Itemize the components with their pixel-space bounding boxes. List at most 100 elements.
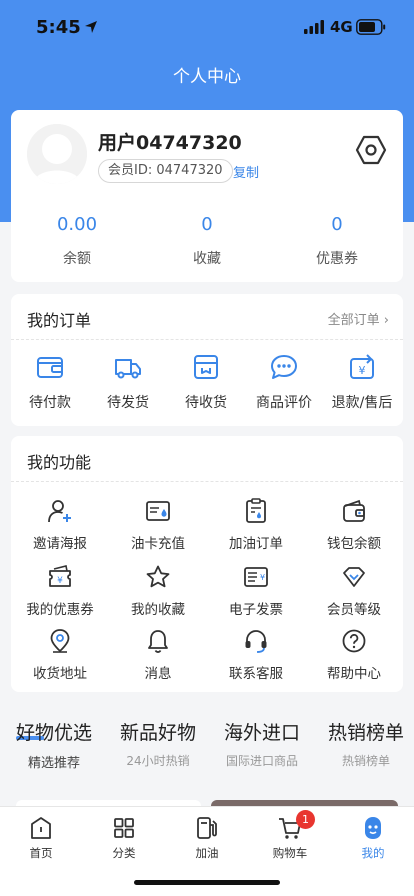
- wallet-icon: [343, 499, 365, 522]
- func-e-invoice[interactable]: ¥ 电子发票: [207, 564, 305, 618]
- func-customer-service[interactable]: 联系客服: [207, 628, 305, 682]
- username: 用户04747320: [98, 132, 242, 154]
- order-refund[interactable]: ¥ 退款/售后: [323, 352, 401, 412]
- stat-coupons[interactable]: 0 优惠券: [273, 214, 401, 268]
- func-label: 我的收藏: [131, 602, 185, 618]
- order-pending-payment[interactable]: 待付款: [11, 352, 89, 412]
- func-label: 钱包余额: [327, 536, 381, 552]
- category-name: 海外进口: [223, 722, 300, 744]
- func-label: 联系客服: [229, 666, 283, 682]
- coupon-icon: ¥: [49, 565, 71, 587]
- chevron-right-icon: ›: [383, 313, 389, 328]
- func-membership-level[interactable]: 会员等级: [305, 564, 403, 618]
- star-icon: [146, 565, 170, 588]
- wallet-icon: [37, 357, 63, 378]
- fuel-card-icon: [146, 501, 170, 521]
- bell-icon: [148, 630, 168, 653]
- headset-icon: [245, 630, 267, 653]
- category-tab-new[interactable]: 新品好物 24小时热销: [106, 718, 210, 769]
- page-title: 个人中心: [173, 67, 241, 87]
- comment-icon: [271, 355, 297, 379]
- signal-icon: [304, 20, 324, 34]
- stat-favorites[interactable]: 0 收藏: [143, 214, 271, 268]
- func-messages[interactable]: 消息: [109, 628, 207, 682]
- battery-icon: [356, 19, 386, 35]
- func-label: 加油订单: [229, 536, 283, 552]
- func-my-favorites[interactable]: 我的收藏: [109, 564, 207, 618]
- func-fuel-orders[interactable]: 加油订单: [207, 498, 305, 552]
- diamond-icon: [343, 567, 365, 587]
- package-icon: [194, 355, 218, 379]
- avatar[interactable]: [27, 124, 87, 184]
- fuel-pump-icon: [197, 817, 217, 839]
- func-shipping-address[interactable]: 收货地址: [11, 628, 109, 682]
- stat-value: 0.00: [56, 214, 98, 235]
- func-label: 电子发票: [229, 602, 283, 618]
- profile-icon: [365, 817, 381, 839]
- fuel-order-icon: [246, 498, 266, 523]
- order-label: 商品评价: [256, 395, 312, 411]
- orders-header: 我的订单 全部订单 ›: [11, 294, 403, 340]
- copy-member-id-button[interactable]: 复制: [233, 162, 259, 181]
- tab-label: 分类: [112, 846, 136, 860]
- tab-mine[interactable]: 我的: [332, 815, 414, 861]
- func-my-coupons[interactable]: ¥ 我的优惠券: [11, 564, 109, 618]
- invoice-icon: ¥: [244, 567, 268, 587]
- functions-header: 我的功能: [11, 436, 403, 482]
- order-label: 待收货: [185, 395, 227, 411]
- func-wallet-balance[interactable]: 钱包余额: [305, 498, 403, 552]
- category-tab-bestsellers[interactable]: 热销榜单 热销榜单: [314, 718, 414, 769]
- tab-label: 加油: [195, 846, 219, 860]
- cart-count-badge: 1: [296, 810, 315, 829]
- category-name: 好物优选: [15, 722, 92, 744]
- order-pending-receipt[interactable]: 待收货: [167, 352, 245, 412]
- order-label: 待发货: [107, 395, 149, 411]
- stat-value: 0: [331, 214, 343, 235]
- tab-home[interactable]: 首页: [0, 815, 82, 861]
- orders-card: 我的订单 全部订单 › 待付款 待发货 待收货 商品评价 ¥ 退款/售后: [11, 294, 403, 426]
- functions-title: 我的功能: [27, 453, 92, 472]
- func-label: 消息: [144, 666, 172, 682]
- tab-fuel[interactable]: 加油: [166, 815, 248, 861]
- category-tab-overseas[interactable]: 海外进口 国际进口商品: [210, 718, 314, 769]
- category-subtitle: 热销榜单: [341, 754, 390, 768]
- tab-category[interactable]: 分类: [83, 815, 165, 861]
- profile-card: 用户04747320 会员ID: 04747320 复制 0.00 余额 0 收…: [11, 110, 403, 282]
- order-label: 退款/售后: [331, 395, 393, 411]
- invite-user-icon: [48, 500, 71, 523]
- tab-label: 购物车: [272, 846, 308, 860]
- location-arrow-icon: [85, 21, 97, 33]
- order-pending-shipment[interactable]: 待发货: [89, 352, 167, 412]
- stat-label: 余额: [63, 251, 91, 267]
- func-fuel-card-topup[interactable]: 油卡充值: [109, 498, 207, 552]
- stat-label: 优惠券: [316, 251, 358, 267]
- network-type: 4G: [330, 18, 353, 36]
- tab-label: 我的: [361, 846, 385, 860]
- status-time: 5:45: [36, 17, 81, 38]
- settings-icon[interactable]: [355, 134, 387, 166]
- stat-balance[interactable]: 0.00 余额: [13, 214, 141, 268]
- category-subtitle: 24小时热销: [126, 754, 190, 768]
- all-orders-label: 全部订单: [327, 313, 380, 328]
- func-help-center[interactable]: 帮助中心: [305, 628, 403, 682]
- func-label: 邀请海报: [33, 536, 87, 552]
- grid-icon: [114, 818, 134, 838]
- functions-card: 我的功能 邀请海报 油卡充值 加油订单 钱包余额 ¥ 我的优惠券 我的收藏 ¥ …: [11, 436, 403, 692]
- location-pin-icon: [50, 629, 70, 653]
- func-label: 会员等级: [327, 602, 381, 618]
- home-indicator: [134, 880, 280, 885]
- tab-cart[interactable]: 购物车 1: [249, 810, 331, 861]
- status-bar: 5:45 4G: [0, 0, 414, 56]
- tab-label: 首页: [29, 846, 53, 860]
- order-reviews[interactable]: 商品评价: [245, 352, 323, 412]
- func-invite-poster[interactable]: 邀请海报: [11, 498, 109, 552]
- home-icon: [31, 817, 51, 839]
- order-label: 待付款: [29, 395, 71, 411]
- category-subtitle: 国际进口商品: [225, 754, 298, 768]
- category-tab-featured[interactable]: 好物优选 精选推荐: [2, 718, 106, 771]
- func-label: 帮助中心: [327, 666, 381, 682]
- category-subtitle: 精选推荐: [27, 756, 80, 771]
- all-orders-link[interactable]: 全部订单 ›: [328, 309, 389, 328]
- category-name: 热销榜单: [327, 722, 404, 744]
- truck-icon: [115, 359, 141, 379]
